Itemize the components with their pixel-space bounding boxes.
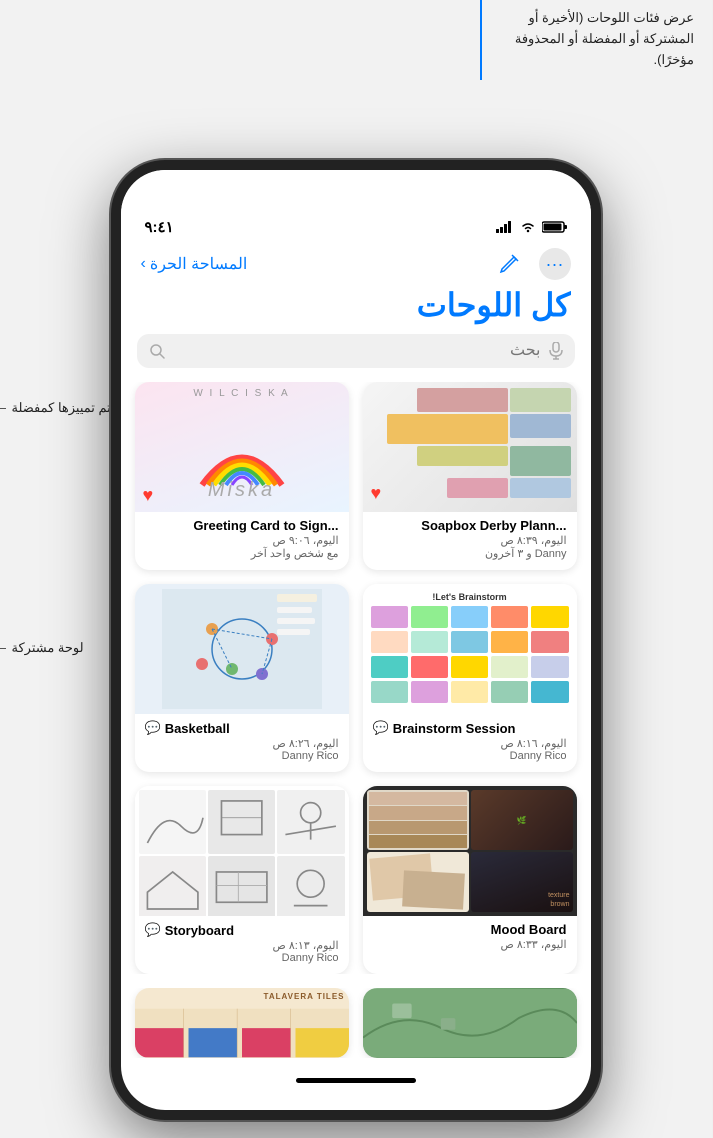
- board-date-brainstorm: اليوم، ٨:١٦ ص: [374, 737, 568, 750]
- search-icon: [150, 343, 166, 359]
- board-info-soapbox: ...Soapbox Derby Plann اليوم، ٨:٣٩ ص Dan…: [364, 512, 578, 570]
- board-thumbnail-brainstorm: Let's Brainstorm!: [364, 584, 578, 714]
- brainstorm-title-sm: Let's Brainstorm!: [433, 592, 507, 602]
- heart-icon-greeting: ♥: [144, 485, 155, 505]
- search-input[interactable]: [174, 342, 542, 360]
- panel-4: [278, 856, 345, 916]
- nav-back-label: المساحة الحرة: [151, 254, 249, 274]
- board-title-greeting: ...Greeting Card to Sign: [146, 518, 340, 533]
- board-date-storyboard: اليوم، ٨:١٣ ص: [146, 939, 340, 952]
- board-author-basketball: Danny Rico: [146, 750, 340, 762]
- shared-icon-storyboard: 💬: [146, 922, 162, 938]
- board-author-brainstorm: Danny Rico: [374, 750, 568, 762]
- board-title-soapbox: ...Soapbox Derby Plann: [374, 518, 568, 533]
- shared-icon-basketball: 💬: [146, 720, 162, 736]
- partial-boards-row: TALAVERA TILES: [122, 988, 592, 1058]
- search-bar[interactable]: [138, 334, 576, 368]
- mood-item-3: texturebrown: [472, 852, 574, 912]
- board-author-soapbox: Danny و ٣ آخرون: [374, 547, 568, 560]
- board-title-brainstorm: Brainstorm Session: [394, 721, 517, 736]
- home-indicator: [297, 1078, 417, 1083]
- battery-icon: [543, 221, 568, 233]
- board-title-row-brainstorm: Brainstorm Session 💬: [374, 720, 568, 736]
- board-title-basketball: Basketball: [166, 721, 231, 736]
- board-date-greeting: اليوم، ٩:٠٦ ص: [146, 534, 340, 547]
- board-date-basketball: اليوم، ٨:٢٦ ص: [146, 737, 340, 750]
- phone-frame: ٩:٤١ ··· المساحة الحرة: [112, 160, 602, 1120]
- mood-item-4: [368, 852, 470, 912]
- board-title-storyboard: Storyboard: [166, 923, 235, 938]
- panel-6: [140, 856, 207, 916]
- mood-item-2: [368, 790, 470, 850]
- partial-card-talavera[interactable]: TALAVERA TILES: [136, 988, 350, 1058]
- miska-text: Miska: [136, 479, 350, 502]
- signal-icon: [497, 221, 515, 233]
- board-card-greeting[interactable]: W I L C I S K A Miska: [136, 382, 350, 570]
- partial-card-map[interactable]: [364, 988, 578, 1058]
- top-annotation-text: عرض فئات اللوحات (الأخيرة أو المشتركة أو…: [491, 8, 695, 70]
- page-title-section: كل اللوحات: [122, 284, 592, 334]
- panel-5: [209, 856, 276, 916]
- panel-2: [209, 790, 276, 854]
- status-icons: [497, 221, 568, 233]
- status-time: ٩:٤١: [146, 218, 175, 236]
- board-thumbnail-storyboard: [136, 786, 350, 916]
- board-thumbnail-moodboard: 🌿: [364, 786, 578, 916]
- nav-back[interactable]: المساحة الحرة ›: [142, 254, 249, 274]
- status-bar: ٩:٤١: [122, 170, 592, 240]
- boards-grid: ♥ ...Soapbox Derby Plann اليوم، ٨:٣٩ ص D…: [122, 382, 592, 974]
- greeting-text-art: W I L C I S K A: [136, 388, 350, 399]
- board-info-brainstorm: Brainstorm Session 💬 اليوم، ٨:١٦ ص Danny…: [364, 714, 578, 772]
- board-author-storyboard: Danny Rico: [146, 952, 340, 964]
- more-icon: ···: [547, 254, 565, 275]
- wifi-icon: [521, 221, 537, 233]
- talavera-thumbnail: TALAVERA TILES: [136, 988, 350, 1058]
- sticky-grid: [372, 606, 570, 703]
- compose-icon: [499, 253, 521, 275]
- mic-icon[interactable]: [550, 342, 564, 360]
- board-title-row-storyboard: Storyboard 💬: [146, 922, 340, 938]
- top-annotation: عرض فئات اللوحات (الأخيرة أو المشتركة أو…: [483, 0, 703, 78]
- panel-1: [278, 790, 345, 854]
- board-thumbnail-greeting: W I L C I S K A Miska: [136, 382, 350, 512]
- board-title-row-basketball: Basketball 💬: [146, 720, 340, 736]
- board-info-storyboard: Storyboard 💬 اليوم، ٨:١٣ ص Danny Rico: [136, 916, 350, 974]
- board-info-basketball: Basketball 💬 اليوم، ٨:٢٦ ص Danny Rico: [136, 714, 350, 772]
- board-card-basketball[interactable]: Basketball 💬 اليوم، ٨:٢٦ ص Danny Rico: [136, 584, 350, 772]
- board-thumbnail-soapbox: ♥: [364, 382, 578, 512]
- left-shared-annotation: لوحة مشتركة: [0, 640, 85, 656]
- board-title-moodboard: Mood Board: [374, 922, 568, 937]
- board-card-brainstorm[interactable]: Let's Brainstorm!: [364, 584, 578, 772]
- board-info-greeting: ...Greeting Card to Sign اليوم، ٩:٠٦ ص م…: [136, 512, 350, 570]
- shared-icon-brainstorm: 💬: [374, 720, 390, 736]
- board-thumbnail-basketball: [136, 584, 350, 714]
- board-author-greeting: مع شخص واحد آخر: [146, 547, 340, 560]
- map-thumbnail: [364, 988, 578, 1058]
- page-title: كل اللوحات: [142, 286, 572, 324]
- board-card-soapbox[interactable]: ♥ ...Soapbox Derby Plann اليوم، ٨:٣٩ ص D…: [364, 382, 578, 570]
- heart-icon-soapbox: ♥: [372, 483, 383, 503]
- compose-button[interactable]: [494, 248, 526, 280]
- nav-icons: ···: [494, 248, 572, 280]
- chevron-right-icon: ›: [142, 255, 147, 273]
- nav-bar: ··· المساحة الحرة ›: [122, 240, 592, 284]
- basketball-diagram-svg: [163, 589, 323, 709]
- more-button[interactable]: ···: [540, 248, 572, 280]
- board-info-moodboard: Mood Board اليوم، ٨:٣٣ ص: [364, 916, 578, 961]
- board-date-soapbox: اليوم، ٨:٣٩ ص: [374, 534, 568, 547]
- page-wrapper: عرض فئات اللوحات (الأخيرة أو المشتركة أو…: [0, 0, 713, 1138]
- mood-item-1: 🌿: [472, 790, 574, 850]
- panel-3: [140, 790, 207, 854]
- board-card-storyboard[interactable]: Storyboard 💬 اليوم، ٨:١٣ ص Danny Rico: [136, 786, 350, 974]
- board-date-moodboard: اليوم، ٨:٣٣ ص: [374, 938, 568, 951]
- home-indicator-container: [122, 1070, 592, 1093]
- board-card-moodboard[interactable]: 🌿: [364, 786, 578, 974]
